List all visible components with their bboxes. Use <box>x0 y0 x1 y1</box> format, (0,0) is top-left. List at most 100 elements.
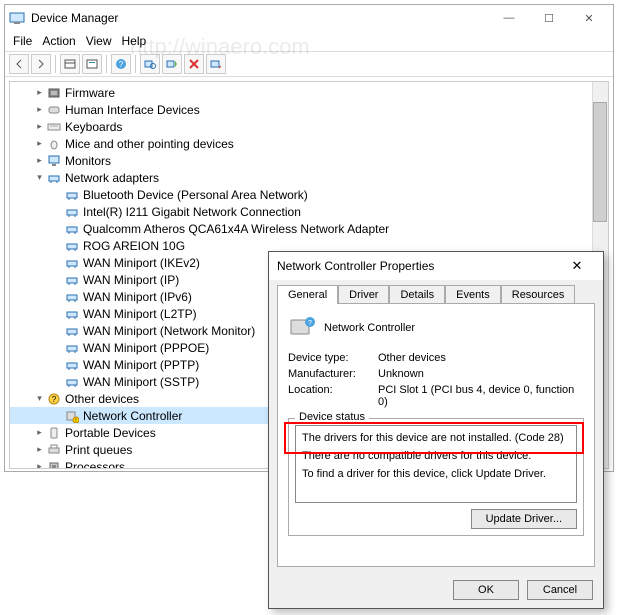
svg-text:?: ? <box>119 60 124 69</box>
scan-button[interactable] <box>140 54 160 74</box>
status-line: The drivers for this device are not inst… <box>302 432 570 444</box>
update-driver-button[interactable]: Update Driver... <box>471 509 577 529</box>
device-icon: ? <box>288 314 316 342</box>
menu-file[interactable]: File <box>13 34 32 48</box>
titlebar: Device Manager — ☐ ✕ <box>5 5 613 31</box>
spacer <box>52 206 63 217</box>
collapse-icon[interactable]: ▾ <box>34 172 45 183</box>
back-button[interactable] <box>9 54 29 74</box>
tree-item[interactable]: ▸Mice and other pointing devices <box>10 135 590 152</box>
tree-item-label: WAN Miniport (PPPOE) <box>83 341 209 355</box>
tree-item-label: WAN Miniport (IKEv2) <box>83 256 200 270</box>
net-icon <box>65 239 79 253</box>
tree-item-label: Network Controller <box>83 409 182 423</box>
tree-item-label: Print queues <box>65 443 132 457</box>
forward-button[interactable] <box>31 54 51 74</box>
svg-text:!: ! <box>75 418 76 423</box>
tree-item[interactable]: ▸ Keyboards <box>10 118 590 135</box>
ok-button[interactable]: OK <box>453 580 519 600</box>
portable-icon <box>47 426 61 440</box>
tree-item-label: Processors <box>65 460 125 470</box>
menubar: File Action View Help <box>5 31 613 51</box>
collapse-icon[interactable]: ▾ <box>34 393 45 404</box>
tree-item-label: Bluetooth Device (Personal Area Network) <box>83 188 308 202</box>
dialog-tabs: General Driver Details Events Resources <box>269 280 603 303</box>
tree-item[interactable]: Intel(R) I211 Gigabit Network Connection <box>10 203 590 220</box>
expand-icon[interactable]: ▸ <box>34 121 45 132</box>
hid-icon <box>47 103 61 117</box>
status-line: To find a driver for this device, click … <box>302 468 570 480</box>
update-driver-button[interactable] <box>162 54 182 74</box>
spacer <box>52 325 63 336</box>
dialog-close-button[interactable]: ✕ <box>559 254 595 278</box>
tree-item-label: Monitors <box>65 154 111 168</box>
expand-icon[interactable]: ▸ <box>34 444 45 455</box>
device-type-value: Other devices <box>378 352 584 364</box>
tree-item[interactable]: ▸Human Interface Devices <box>10 101 590 118</box>
net-icon <box>65 375 79 389</box>
menu-view[interactable]: View <box>86 34 112 48</box>
spacer <box>52 274 63 285</box>
net-icon <box>65 290 79 304</box>
uninstall-button[interactable] <box>184 54 204 74</box>
expand-icon[interactable]: ▸ <box>34 138 45 149</box>
tree-item-label: Firmware <box>65 86 115 100</box>
tree-item[interactable]: ▸ Monitors <box>10 152 590 169</box>
network-icon <box>47 171 61 185</box>
tree-item-label: Keyboards <box>65 120 122 134</box>
tree-item[interactable]: ▸ Firmware <box>10 84 590 101</box>
tree-item[interactable]: Qualcomm Atheros QCA61x4A Wireless Netwo… <box>10 220 590 237</box>
tree-item-label: Qualcomm Atheros QCA61x4A Wireless Netwo… <box>83 222 389 236</box>
menu-action[interactable]: Action <box>42 34 75 48</box>
close-button[interactable]: ✕ <box>569 5 609 31</box>
dialog-titlebar: Network Controller Properties ✕ <box>269 252 603 280</box>
menu-help[interactable]: Help <box>122 34 147 48</box>
mouse-icon <box>47 137 61 151</box>
cancel-button[interactable]: Cancel <box>527 580 593 600</box>
help-button[interactable]: ? <box>111 54 131 74</box>
net-icon <box>65 324 79 338</box>
device-name: Network Controller <box>324 322 415 334</box>
expand-icon[interactable]: ▸ <box>34 427 45 438</box>
cpu-icon <box>47 460 61 470</box>
svg-text:?: ? <box>52 395 57 404</box>
monitor-icon <box>47 154 61 168</box>
net-icon <box>65 273 79 287</box>
expand-icon[interactable]: ▸ <box>34 87 45 98</box>
expand-icon[interactable]: ▸ <box>34 461 45 469</box>
window-title: Device Manager <box>31 11 118 25</box>
spacer <box>52 342 63 353</box>
tab-general[interactable]: General <box>277 285 338 304</box>
spacer <box>52 240 63 251</box>
tab-details[interactable]: Details <box>389 285 445 304</box>
manufacturer-label: Manufacturer: <box>288 368 378 380</box>
expand-icon[interactable]: ▸ <box>34 104 45 115</box>
tree-item-label: Intel(R) I211 Gigabit Network Connection <box>83 205 301 219</box>
device-status-group: Device status The drivers for this devic… <box>288 418 584 536</box>
properties-dialog: Network Controller Properties ✕ General … <box>268 251 604 609</box>
properties-button[interactable] <box>82 54 102 74</box>
spacer <box>52 308 63 319</box>
show-hidden-button[interactable] <box>60 54 80 74</box>
tab-events[interactable]: Events <box>445 285 501 304</box>
tab-driver[interactable]: Driver <box>338 285 389 304</box>
minimize-button[interactable]: — <box>489 5 529 31</box>
tree-item[interactable]: ▾Network adapters <box>10 169 590 186</box>
tree-item-label: WAN Miniport (PPTP) <box>83 358 199 372</box>
net-icon <box>65 205 79 219</box>
dialog-title: Network Controller Properties <box>277 259 434 273</box>
net-icon <box>65 256 79 270</box>
disable-button[interactable] <box>206 54 226 74</box>
tree-item-label: ROG AREION 10G <box>83 239 185 253</box>
tree-item[interactable]: Bluetooth Device (Personal Area Network) <box>10 186 590 203</box>
keyboard-icon <box>47 120 61 134</box>
net-icon <box>65 222 79 236</box>
tab-resources[interactable]: Resources <box>501 285 576 304</box>
scrollbar-thumb[interactable] <box>593 102 607 222</box>
tree-item-label: WAN Miniport (SSTP) <box>83 375 199 389</box>
maximize-button[interactable]: ☐ <box>529 5 569 31</box>
location-label: Location: <box>288 384 378 408</box>
device-type-label: Device type: <box>288 352 378 364</box>
manufacturer-value: Unknown <box>378 368 584 380</box>
expand-icon[interactable]: ▸ <box>34 155 45 166</box>
